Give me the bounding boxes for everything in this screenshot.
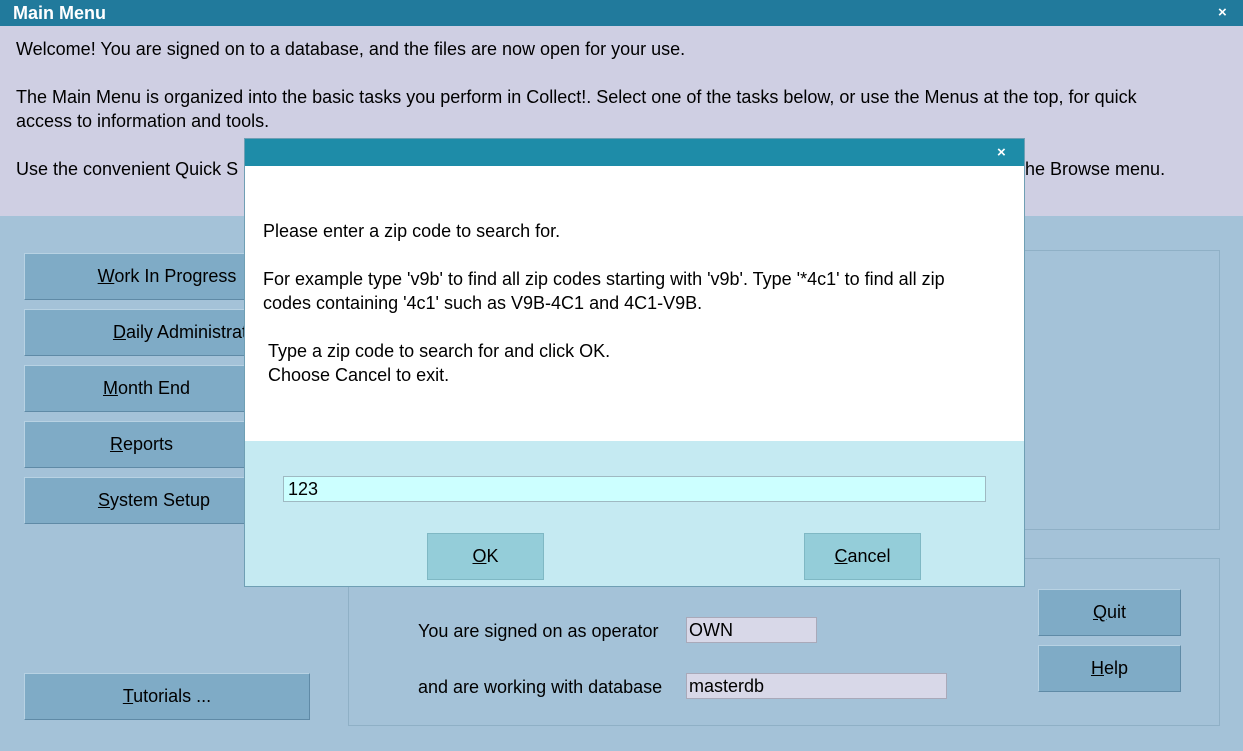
help-button[interactable]: Help xyxy=(1038,645,1181,692)
title-bar: Main Menu × xyxy=(0,0,1243,26)
welcome-text-line2b: access to information and tools. xyxy=(16,111,270,131)
button-label: utorials ... xyxy=(133,686,212,706)
dialog-message-line1: Please enter a zip code to search for. xyxy=(263,221,561,241)
button-label: elp xyxy=(1103,658,1129,678)
welcome-text-line2a: The Main Menu is organized into the basi… xyxy=(16,87,1137,107)
hotkey: W xyxy=(97,266,115,286)
hotkey: R xyxy=(109,434,123,454)
hotkey: M xyxy=(102,378,118,398)
reports-button[interactable]: Reports xyxy=(24,421,259,468)
hotkey: O xyxy=(472,546,487,566)
database-label: and are working with database xyxy=(418,677,663,697)
button-label: uit xyxy=(1107,602,1127,622)
operator-label: You are signed on as operator xyxy=(418,621,659,641)
dialog-close-icon[interactable]: × xyxy=(997,145,1006,161)
window-title: Main Menu xyxy=(13,3,106,23)
button-label: eports xyxy=(122,434,174,454)
hotkey: D xyxy=(112,322,126,342)
dialog-message-line3b: Choose Cancel to exit. xyxy=(268,365,450,385)
main-menu-window: Main Menu × Welcome! You are signed on t… xyxy=(0,0,1243,751)
hotkey: H xyxy=(1090,658,1104,678)
database-field: masterdb xyxy=(686,673,947,699)
button-label: ork In Progress xyxy=(114,266,237,286)
button-label: onth End xyxy=(117,378,191,398)
welcome-text-line3-start: Use the convenient Quick S xyxy=(16,159,239,179)
button-label: K xyxy=(486,546,499,566)
close-icon[interactable]: × xyxy=(1218,5,1227,21)
quit-button[interactable]: Quit xyxy=(1038,589,1181,636)
hotkey: T xyxy=(122,686,134,706)
cancel-button[interactable]: Cancel xyxy=(804,533,921,580)
welcome-text-line1: Welcome! You are signed on to a database… xyxy=(16,39,686,59)
hotkey: C xyxy=(834,546,848,566)
welcome-text-line3-end: he Browse menu. xyxy=(1025,159,1166,179)
hotkey: Q xyxy=(1092,602,1107,622)
button-label: ancel xyxy=(847,546,891,566)
dialog-title-bar: × xyxy=(245,139,1024,166)
zip-search-dialog: × Please enter a zip code to search for.… xyxy=(245,139,1024,586)
dialog-message-area: Please enter a zip code to search for. F… xyxy=(245,166,1024,441)
zip-code-input[interactable] xyxy=(283,476,986,502)
dialog-message-line2a: For example type 'v9b' to find all zip c… xyxy=(263,269,945,289)
month-end-button[interactable]: Month End xyxy=(24,365,269,412)
hotkey: S xyxy=(97,490,110,510)
quick-search-panel xyxy=(1022,250,1220,530)
button-label: ystem Setup xyxy=(109,490,211,510)
operator-field: OWN xyxy=(686,617,817,643)
dialog-message-line3a: Type a zip code to search for and click … xyxy=(268,341,611,361)
dialog-message-line2b: codes containing '4c1' such as V9B-4C1 a… xyxy=(263,293,703,313)
tutorials-button[interactable]: Tutorials ... xyxy=(24,673,310,720)
ok-button[interactable]: OK xyxy=(427,533,544,580)
